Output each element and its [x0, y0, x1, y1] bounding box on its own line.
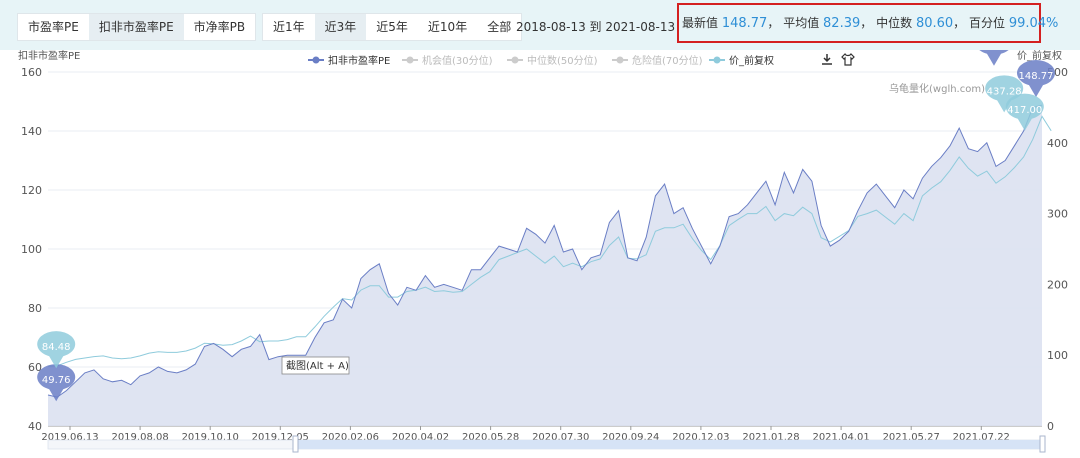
mean-label: 平均值 — [783, 16, 820, 30]
y-tick-label: 40 — [28, 420, 42, 433]
y-tick-label: 160 — [21, 66, 42, 79]
zoom-selection[interactable] — [296, 440, 1043, 449]
legend-dot — [406, 56, 414, 64]
tab-range-all[interactable]: 全部 — [477, 14, 521, 40]
legend-label: 机会值(30分位) — [422, 54, 493, 67]
sep-2: ， — [860, 16, 873, 30]
pin-label: 84.48 — [42, 342, 71, 353]
pin-label: 148.77 — [1019, 71, 1054, 82]
y-axis-label: 扣非市盈率PE — [18, 50, 80, 62]
pin-label: 49.76 — [42, 375, 71, 386]
tab-range-3y[interactable]: 近3年 — [314, 14, 367, 40]
legend-label: 价_前复权 — [729, 54, 774, 67]
tab-pe[interactable]: 市盈率PE — [18, 14, 89, 40]
latest-label: 最新值 — [682, 16, 719, 30]
stats-box: 最新值 148.77， 平均值 82.39， 中位数 80.60， 百分位 99… — [677, 3, 1058, 43]
y-tick-label: 120 — [21, 184, 42, 197]
pin-label: 156.01 — [976, 50, 1011, 51]
latest-value: 148.77 — [721, 16, 768, 31]
pin-shape — [979, 50, 1009, 66]
median-label: 中位数 — [876, 16, 913, 30]
legend-item[interactable]: 危险值(70分位) — [612, 54, 703, 67]
tshirt-icon[interactable] — [841, 52, 855, 66]
y2-tick-label: 400 — [1047, 137, 1068, 150]
value-pin: 156.01 — [976, 50, 1011, 66]
tab-range-10y[interactable]: 近10年 — [418, 14, 477, 40]
tab-range-1y[interactable]: 近1年 — [263, 14, 315, 40]
zoom-handle-right[interactable] — [1039, 435, 1046, 453]
value-pin: 148.77 — [1017, 60, 1055, 98]
tooltip-text: 截图(Alt + A) — [286, 359, 349, 372]
percentile-label: 百分位 — [969, 16, 1006, 30]
y2-tick-label: 100 — [1047, 349, 1068, 362]
legend-label: 危险值(70分位) — [632, 54, 703, 67]
legend-label: 扣非市盈率PE — [328, 54, 390, 67]
legend-dot — [312, 56, 320, 64]
value-pin: 84.48 — [37, 331, 76, 369]
range-tab-group: 近1年 近3年 近5年 近10年 全部 — [262, 13, 523, 41]
sep-1: ， — [767, 16, 780, 30]
legend-item[interactable]: 机会值(30分位) — [402, 54, 493, 67]
y2-axis-label: 价_前复权 — [1017, 50, 1062, 62]
toolbar: 市盈率PE 扣非市盈率PE 市净率PB 近1年 近3年 近5年 近10年 全部 … — [0, 0, 1080, 50]
y2-tick-label: 0 — [1047, 420, 1054, 433]
y2-axis-ticks: 0100200300400500 — [1047, 66, 1068, 433]
legend-dot — [616, 56, 624, 64]
y2-tick-label: 300 — [1047, 208, 1068, 221]
download-icon[interactable] — [822, 54, 832, 65]
metric-tab-group: 市盈率PE 扣非市盈率PE 市净率PB — [17, 13, 257, 41]
mean-value: 82.39 — [823, 16, 861, 31]
tab-range-5y[interactable]: 近5年 — [366, 14, 418, 40]
pin-label: 417.00 — [1007, 105, 1042, 116]
y-tick-label: 140 — [21, 125, 42, 138]
legend-label: 中位数(50分位) — [527, 54, 598, 67]
y-tick-label: 80 — [28, 302, 42, 315]
tab-pe-deducted[interactable]: 扣非市盈率PE — [88, 14, 184, 40]
y2-tick-label: 200 — [1047, 278, 1068, 291]
legend-dot — [713, 56, 721, 64]
watermark: 乌龟量化(wglh.com) — [889, 82, 985, 95]
median-value: 80.60 — [915, 16, 954, 31]
legend-item[interactable]: 中位数(50分位) — [507, 54, 598, 67]
legend: 扣非市盈率PE 机会值(30分位) 中位数(50分位) 危险值(70分位) 价_前复权 — [308, 54, 774, 67]
screenshot-tooltip: 截图(Alt + A) — [281, 356, 350, 375]
zoom-handle-left[interactable] — [292, 435, 299, 453]
percentile-value: 99.04% — [1008, 16, 1059, 31]
legend-dot — [511, 56, 519, 64]
pe-chart: 406080100120140160 0100200300400500 2019… — [18, 50, 1068, 453]
pe-area-fill — [48, 105, 1042, 426]
sep-3: ， — [953, 16, 966, 30]
y-tick-label: 100 — [21, 243, 42, 256]
tab-pb[interactable]: 市净率PB — [184, 14, 255, 40]
legend-item[interactable]: 价_前复权 — [709, 54, 774, 67]
legend-item[interactable]: 扣非市盈率PE — [308, 54, 390, 67]
date-range-text: 2018-08-13 到 2021-08-13： — [516, 20, 688, 34]
